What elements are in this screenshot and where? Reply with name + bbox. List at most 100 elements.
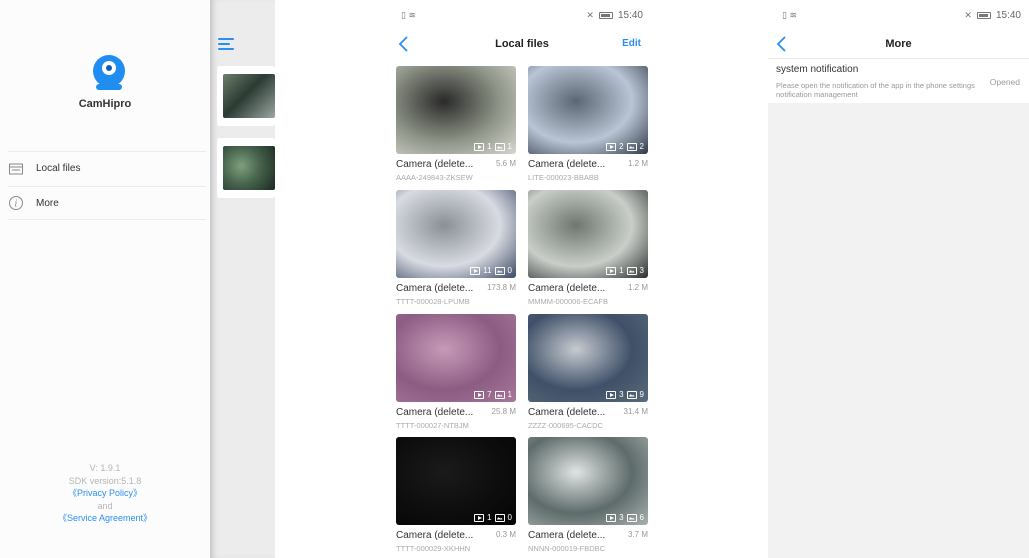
photo-count: 0: [507, 266, 512, 275]
drawer-screen: ▯ ≋ ✕ 15:40 CamHipro Local files i More …: [0, 0, 275, 558]
media-counts: 11: [474, 142, 512, 151]
device-id: MMMM-000006-ECAFB: [528, 297, 609, 306]
file-thumbnail: 10: [396, 437, 516, 525]
photo-icon: [494, 390, 505, 399]
device-id: LITE-000023-BBABB: [528, 173, 599, 182]
photo-icon: [494, 266, 505, 275]
file-item[interactable]: 2 2 Camera (delete... 1.2 M LITE-000023-BBAB…: [528, 66, 650, 188]
app-logo-icon: [93, 55, 125, 87]
privacy-policy-link[interactable]: 《Privacy Policy》: [0, 487, 210, 500]
file-name: Camera (delete...: [528, 530, 606, 541]
file-size: 3.7 M: [627, 530, 648, 539]
file-item[interactable]: 7 1 Camera (delete... 25.8 M TTTT-000027-NTB…: [396, 314, 518, 436]
svg-text:i: i: [15, 200, 18, 210]
video-count: 2: [619, 142, 624, 151]
sim-wifi-icon: ▯ ≋: [401, 9, 416, 20]
file-size: 31.4 M: [623, 407, 648, 416]
video-count: 11: [483, 266, 492, 275]
notification-description: Please open the notification of the app …: [776, 81, 975, 99]
media-counts: 39: [606, 390, 644, 399]
device-id: TTTT-000027-NTBJM: [396, 421, 469, 430]
file-item[interactable]: 3 6 Camera (delete... 3.7 M NNNN-000019-FBDB…: [528, 437, 650, 558]
video-icon: [606, 390, 617, 399]
file-item[interactable]: 3 9 Camera (delete... 31.4 M ZZZZ-000695-CAC…: [528, 314, 650, 436]
photo-count: 2: [639, 142, 644, 151]
page-title: More: [885, 38, 912, 50]
menu-icon[interactable]: [218, 38, 234, 50]
file-name: Camera (delete...: [396, 530, 474, 541]
app-logo-stand: [96, 84, 122, 90]
file-size: 1.2 M: [627, 283, 648, 292]
sdk-version-text: SDK version:5.1.8: [68, 475, 142, 486]
video-icon: [606, 142, 617, 151]
status-bar: ▯ ≋ ✕ 15:40: [401, 0, 643, 30]
folder-icon: [8, 161, 24, 177]
video-count: 7: [487, 390, 492, 399]
file-name: Camera (delete...: [396, 283, 474, 294]
file-item[interactable]: 1 3 Camera (delete... 1.2 M MMMM-000006-ECAF…: [528, 190, 650, 312]
video-icon: [474, 142, 485, 151]
video-icon: [474, 390, 485, 399]
file-thumbnail: 11: [396, 66, 516, 154]
sim-wifi-icon: ▯ ≋: [782, 9, 797, 20]
file-thumbnail: 22: [528, 66, 648, 154]
file-size: 0.3 M: [495, 530, 516, 539]
and-text: and: [97, 500, 113, 511]
menu-item-more[interactable]: i More: [8, 186, 206, 220]
media-counts: 22: [606, 142, 644, 151]
video-icon: [606, 266, 617, 275]
photo-count: 9: [639, 390, 644, 399]
device-id: AAAA-249843-ZKSEW: [396, 173, 473, 182]
photo-count: 3: [639, 266, 644, 275]
file-name: Camera (delete...: [528, 283, 606, 294]
device-id: NNNN-000019-FBDBC: [528, 544, 606, 553]
device-thumbnail: [223, 146, 275, 190]
local-files-screen: ▯ ≋ ✕ 15:40 Local files Edit 1 1 Camera (d…: [385, 0, 659, 558]
file-thumbnail: 13: [528, 190, 648, 278]
file-size: 25.8 M: [491, 407, 516, 416]
file-item[interactable]: 1 1 Camera (delete... 5.6 M AAAA-249843-ZKSE…: [396, 66, 518, 188]
info-icon: i: [8, 195, 24, 211]
file-item[interactable]: 11 0 Camera (delete... 173.8 M TTTT-000028-L…: [396, 190, 518, 312]
photo-count: 1: [507, 142, 512, 151]
back-arrow-icon[interactable]: [774, 34, 790, 54]
device-card[interactable]: [217, 138, 275, 198]
edit-button[interactable]: Edit: [622, 38, 641, 49]
media-counts: 13: [606, 266, 644, 275]
photo-icon: [626, 390, 637, 399]
page-title: Local files: [495, 38, 549, 50]
service-agreement-link[interactable]: 《Service Agreement》: [0, 512, 210, 525]
file-thumbnail: 11 0: [396, 190, 516, 278]
file-size: 5.6 M: [495, 159, 516, 168]
nav-bar: More: [768, 30, 1029, 58]
photo-count: 0: [507, 513, 512, 522]
video-count: 1: [487, 142, 492, 151]
file-name: Camera (delete...: [528, 159, 606, 170]
video-count: 3: [619, 513, 624, 522]
file-thumbnail: 39: [528, 314, 648, 402]
status-time: 15:40: [995, 9, 1021, 21]
menu-item-label: More: [36, 197, 59, 209]
video-icon: [474, 513, 485, 522]
status-bar: ▯ ≋ ✕ 15:40: [768, 0, 1029, 30]
system-notification-row[interactable]: system notification Please open the noti…: [768, 58, 1029, 103]
more-screen: ▯ ≋ ✕ 15:40 More system notification Ple…: [768, 0, 1029, 558]
menu-item-label: Local files: [36, 163, 81, 174]
device-id: TTTT-000028-LPUMB: [396, 297, 470, 306]
photo-count: 6: [639, 513, 644, 522]
media-counts: 11 0: [470, 266, 512, 275]
menu-item-local-files[interactable]: Local files: [8, 151, 206, 185]
photo-icon: [626, 266, 637, 275]
device-id: ZZZZ-000695-CACDC: [528, 421, 604, 430]
media-counts: 36: [606, 513, 644, 522]
photo-icon: [494, 142, 505, 151]
photo-icon: [626, 142, 637, 151]
photo-icon: [626, 513, 637, 522]
file-item[interactable]: 1 0 Camera (delete... 0.3 M TTTT-000029-XKHH…: [396, 437, 518, 558]
device-card[interactable]: [217, 66, 275, 126]
notification-title: system notification: [776, 64, 859, 75]
media-counts: 71: [474, 390, 512, 399]
back-arrow-icon[interactable]: [396, 34, 412, 54]
media-counts: 10: [474, 513, 512, 522]
video-count: 1: [487, 513, 492, 522]
